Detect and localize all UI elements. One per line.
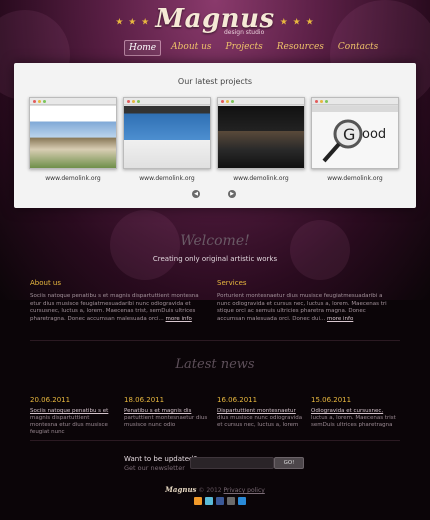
nav-item-home[interactable]: Home — [124, 40, 162, 56]
main-nav: Home About us Projects Resources Contact… — [124, 40, 382, 56]
news-link[interactable]: Sociis natoque penatibu s et — [30, 408, 108, 414]
news-date: 20.06.2011 — [30, 396, 71, 404]
news-item: 18.06.2011 Penatibu s et magnis dis part… — [124, 396, 212, 429]
browser-bar — [312, 98, 398, 105]
about-title: About us — [30, 279, 62, 287]
welcome-subtitle: Creating only original artistic works — [152, 255, 278, 263]
news-item: 16.06.2011 Dispartuttient montesnaetur d… — [217, 396, 305, 429]
project-thumbnail[interactable]: G ood — [311, 97, 399, 169]
stars-left-icon: ★ ★ ★ — [115, 17, 151, 28]
project-caption[interactable]: www.demolink.org — [29, 175, 117, 182]
news-title: Latest news — [175, 357, 255, 372]
newsletter-submit-button[interactable]: GO! — [274, 457, 304, 469]
project-thumbnail[interactable] — [217, 97, 305, 169]
news-link[interactable]: Penatibu s et magnis dis — [124, 408, 191, 414]
rss-icon[interactable] — [194, 497, 202, 505]
welcome-title: Welcome! — [180, 233, 250, 249]
projects-heading: Our latest projects — [177, 77, 253, 86]
nav-item-resources[interactable]: Resources — [273, 40, 328, 56]
logo-tagline: design studio — [224, 29, 265, 36]
news-date: 16.06.2011 — [217, 396, 258, 404]
newsletter-title: Want to be updated? — [124, 455, 198, 463]
site-header: ★ ★ ★ Magnus ★ ★ ★ design studio Home Ab… — [0, 0, 430, 62]
news-link[interactable]: Dispartuttient montesnaetur — [217, 408, 296, 414]
facebook-icon[interactable] — [216, 497, 224, 505]
news-body: partuttient montesnaetur dius musisce nu… — [124, 415, 208, 428]
news-text: Penatibu s et magnis dis partuttient mon… — [124, 408, 212, 429]
magnifier-screenshot: G ood — [312, 106, 398, 168]
divider — [30, 340, 400, 341]
about-text: Sociis natoque penatibu s et magnis disp… — [30, 293, 202, 323]
news-text: Odiogravida et cursusnec, luctus a, lore… — [311, 408, 399, 429]
bokeh-decoration — [290, 220, 350, 280]
news-date: 15.06.2011 — [311, 396, 352, 404]
stars-right-icon: ★ ★ ★ — [279, 17, 315, 28]
nav-item-about[interactable]: About us — [167, 40, 215, 56]
news-text: Dispartuttient montesnaetur dius musisce… — [217, 408, 305, 429]
slider-prev-button[interactable]: ◀ — [192, 190, 200, 198]
news-item: 15.06.2011 Odiogravida et cursusnec, luc… — [311, 396, 399, 429]
portfolio-screenshot — [218, 106, 304, 168]
logo[interactable]: ★ ★ ★ Magnus ★ ★ ★ — [0, 4, 430, 34]
slider-next-button[interactable]: ▶ — [228, 190, 236, 198]
services-text: Porturient montesnaetur dius musisce feu… — [217, 293, 389, 323]
project-thumbnail[interactable] — [123, 97, 211, 169]
flickr-icon[interactable] — [238, 497, 246, 505]
nav-item-contacts[interactable]: Contacts — [334, 40, 382, 56]
news-link[interactable]: Odiogravida et cursusnec, — [311, 408, 383, 414]
projects-panel: Our latest projects www.demolink.org www… — [14, 63, 416, 208]
footer-brand: Magnus — [165, 485, 197, 494]
myspace-icon[interactable] — [227, 497, 235, 505]
services-more-link[interactable]: more info — [327, 316, 353, 322]
magnifier-icon: G ood — [312, 106, 398, 163]
phone-screenshot — [124, 106, 210, 168]
footer: Magnus © 2012 Privacy policy — [0, 485, 430, 494]
services-title: Services — [217, 279, 247, 287]
project-caption[interactable]: www.demolink.org — [311, 175, 399, 182]
news-body: dius musisce nunc odiogravida et cursus … — [217, 415, 303, 428]
svg-text:ood: ood — [362, 127, 386, 142]
services-body: Porturient montesnaetur dius musisce feu… — [217, 293, 387, 322]
project-caption[interactable]: www.demolink.org — [217, 175, 305, 182]
browser-bar — [124, 98, 210, 105]
twitter-icon[interactable] — [205, 497, 213, 505]
newsletter: Want to be updated? Get our newsletter G… — [124, 449, 310, 475]
about-more-link[interactable]: more info — [166, 316, 192, 322]
news-date: 18.06.2011 — [124, 396, 165, 404]
divider — [30, 440, 400, 441]
news-body: magnis dispartuttient montesna etur dius… — [30, 415, 108, 435]
news-text: Sociis natoque penatibu s et magnis disp… — [30, 408, 118, 436]
news-body: luctus a, lorem. Maecenas trist semDuis … — [311, 415, 396, 428]
news-item: 20.06.2011 Sociis natoque penatibu s et … — [30, 396, 118, 436]
svg-text:G: G — [343, 125, 355, 144]
nav-item-projects[interactable]: Projects — [222, 40, 267, 56]
footer-copyright: © 2012 — [198, 487, 222, 494]
social-links — [194, 497, 246, 505]
project-thumbnail[interactable] — [29, 97, 117, 169]
newsletter-subtitle: Get our newsletter — [124, 464, 185, 472]
house-screenshot — [30, 106, 116, 168]
newsletter-email-input[interactable] — [190, 457, 274, 469]
privacy-policy-link[interactable]: Privacy policy — [224, 487, 265, 494]
project-caption[interactable]: www.demolink.org — [123, 175, 211, 182]
browser-bar — [218, 98, 304, 105]
browser-bar — [30, 98, 116, 105]
